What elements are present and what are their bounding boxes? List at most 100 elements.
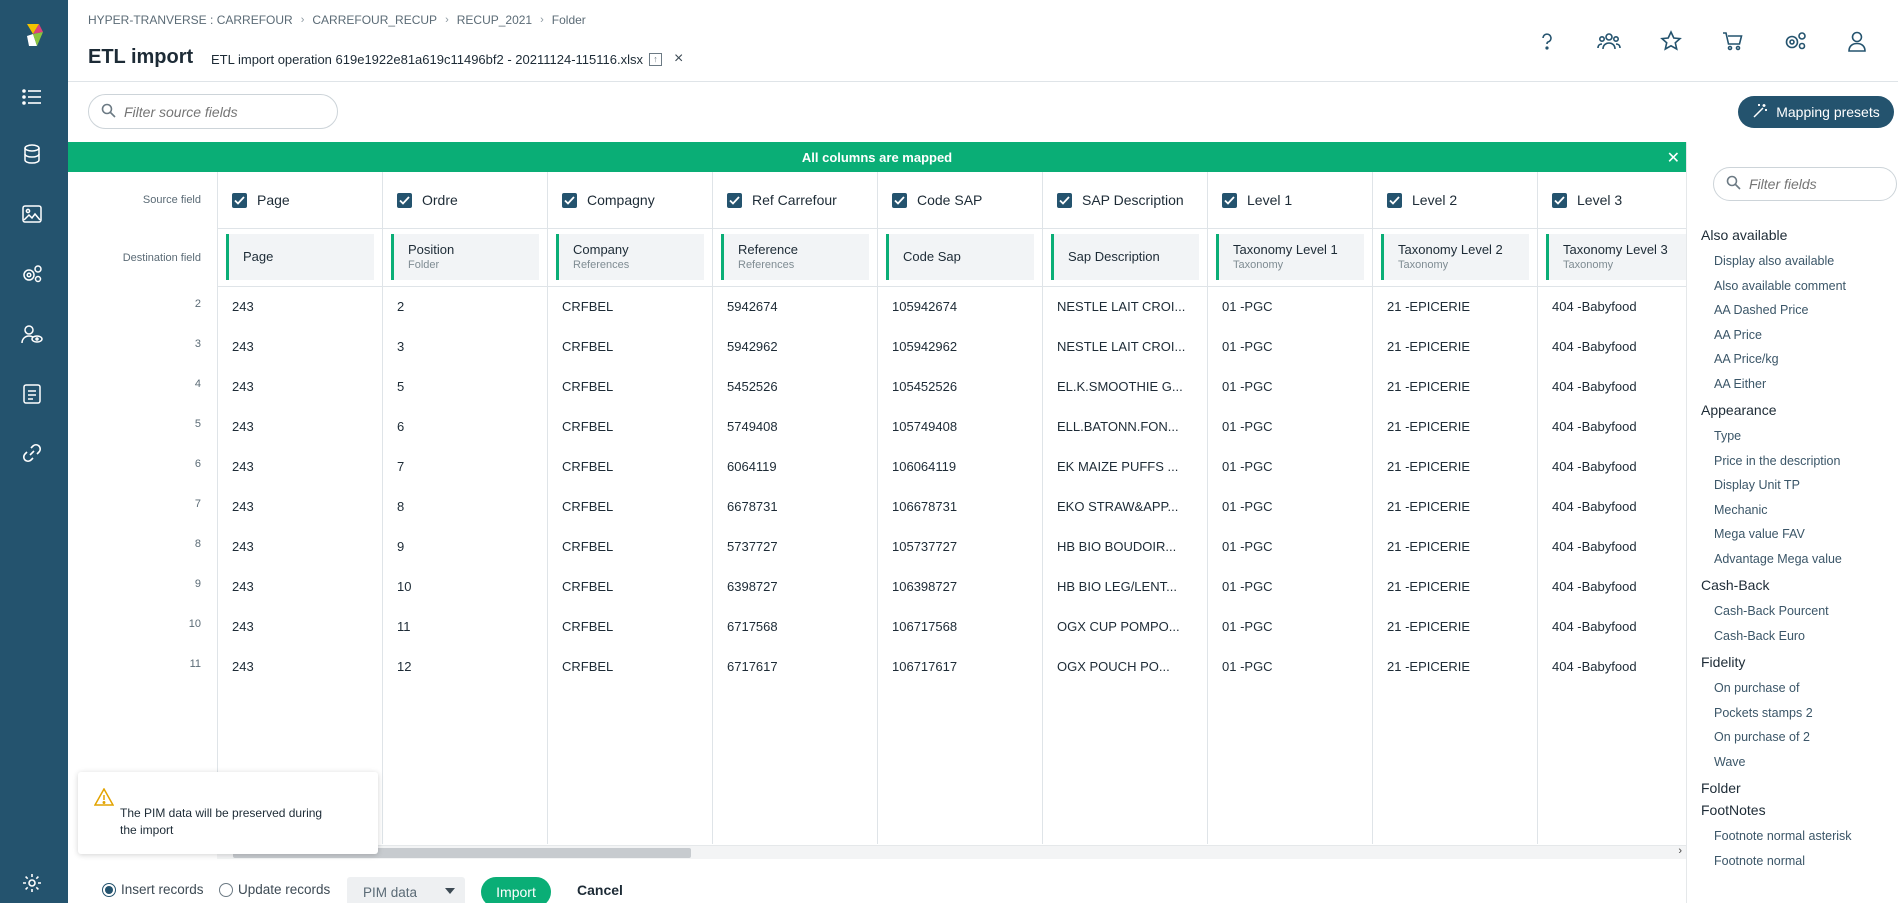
horizontal-scrollbar[interactable]: ‹ › xyxy=(217,845,1686,859)
destination-field-box[interactable]: Reference References xyxy=(721,234,869,280)
user-eye-icon[interactable] xyxy=(19,321,45,347)
breadcrumb-item[interactable]: CARREFOUR_RECUP xyxy=(312,13,437,27)
cancel-button[interactable]: Cancel xyxy=(577,882,623,898)
destination-field-box[interactable]: Sap Description xyxy=(1051,234,1199,280)
database-icon[interactable] xyxy=(19,141,45,167)
source-field-name: Page xyxy=(257,192,290,208)
destination-field[interactable]: Taxonomy Level 2 Taxonomy xyxy=(1373,229,1537,287)
destination-field-box[interactable]: Company References xyxy=(556,234,704,280)
settings-cogs-icon[interactable] xyxy=(19,261,45,287)
radio-selected-icon[interactable] xyxy=(102,882,116,897)
field-item[interactable]: Mechanic xyxy=(1701,498,1897,523)
document-icon[interactable] xyxy=(19,381,45,407)
cart-icon[interactable] xyxy=(1712,22,1754,60)
table-cell: CRFBEL xyxy=(562,339,614,354)
source-filter-input[interactable] xyxy=(124,103,314,120)
insert-records-radio[interactable]: Insert records xyxy=(102,882,204,897)
field-group-header[interactable]: FootNotes xyxy=(1701,802,1897,818)
app-logo[interactable] xyxy=(19,20,49,50)
destination-field-box[interactable]: Code Sap xyxy=(886,234,1034,280)
users-icon[interactable] xyxy=(1588,22,1630,60)
destination-field[interactable]: Reference References xyxy=(713,229,877,287)
checkbox-checked-icon[interactable] xyxy=(1387,192,1402,208)
field-item[interactable]: Footnote normal xyxy=(1701,849,1897,874)
table-cell: 106717568 xyxy=(892,619,958,634)
field-item[interactable]: Cash-Back Euro xyxy=(1701,624,1897,649)
field-group-header[interactable]: Appearance xyxy=(1701,402,1897,418)
update-records-radio[interactable]: Update records xyxy=(219,882,330,897)
field-item[interactable]: AA Price xyxy=(1701,323,1897,348)
table-cell: 106717617 xyxy=(892,659,958,674)
destination-field-box[interactable]: Position Folder xyxy=(391,234,539,280)
checkbox-checked-icon[interactable] xyxy=(397,192,412,208)
table-cell: 243 xyxy=(232,539,254,554)
destination-field[interactable]: Company References xyxy=(548,229,712,287)
field-item[interactable]: Cash-Back Pourcent xyxy=(1701,599,1897,624)
table-cell: 105737727 xyxy=(892,539,958,554)
field-item[interactable]: AA Either xyxy=(1701,372,1897,397)
destination-field[interactable]: Page xyxy=(218,229,382,287)
field-item[interactable]: Display Unit TP xyxy=(1701,473,1897,498)
checkbox-checked-icon[interactable] xyxy=(1222,192,1237,208)
help-icon[interactable] xyxy=(1526,22,1568,60)
link-icon[interactable] xyxy=(19,440,45,466)
close-icon[interactable]: ✕ xyxy=(1667,148,1680,168)
field-item[interactable]: Advantage Mega value xyxy=(1701,547,1897,572)
cogs-icon[interactable] xyxy=(1774,22,1816,60)
field-group-header[interactable]: Fidelity xyxy=(1701,654,1897,670)
data-source-select[interactable]: PIM data xyxy=(347,877,465,903)
field-group-header[interactable]: Also available xyxy=(1701,227,1897,243)
destination-field-box[interactable]: Taxonomy Level 3 Taxonomy xyxy=(1546,234,1686,280)
radio-unselected-icon[interactable] xyxy=(219,882,233,897)
column-cells: NESTLE LAIT CROI... NESTLE LAIT CROI... EL… xyxy=(1043,287,1207,687)
field-item[interactable]: On purchase of 2 xyxy=(1701,725,1897,750)
field-item[interactable]: Wave xyxy=(1701,750,1897,775)
field-item[interactable]: Price in the description xyxy=(1701,449,1897,474)
checkbox-checked-icon[interactable] xyxy=(727,192,742,208)
checkbox-checked-icon[interactable] xyxy=(1552,192,1567,208)
destination-field[interactable]: Code Sap xyxy=(878,229,1042,287)
scroll-right-icon[interactable]: › xyxy=(1678,845,1682,857)
user-icon[interactable] xyxy=(1836,22,1878,60)
list-icon[interactable] xyxy=(19,84,45,110)
field-item[interactable]: Display also available xyxy=(1701,249,1897,274)
fields-filter-input[interactable] xyxy=(1749,176,1879,192)
destination-field-box[interactable]: Page xyxy=(226,234,374,280)
destination-field[interactable]: Taxonomy Level 3 Taxonomy xyxy=(1538,229,1686,287)
breadcrumb-item[interactable]: RECUP_2021 xyxy=(457,13,532,27)
mapping-presets-button[interactable]: Mapping presets xyxy=(1738,96,1894,128)
field-item[interactable]: On purchase of xyxy=(1701,676,1897,701)
field-item[interactable]: Pockets stamps 2 xyxy=(1701,701,1897,726)
checkbox-checked-icon[interactable] xyxy=(892,192,907,208)
field-item[interactable]: Type xyxy=(1701,424,1897,449)
field-item[interactable]: AA Price/kg xyxy=(1701,347,1897,372)
field-item[interactable]: Also available comment xyxy=(1701,274,1897,299)
checkbox-checked-icon[interactable] xyxy=(232,192,247,208)
image-icon[interactable] xyxy=(19,201,45,227)
destination-field[interactable]: Sap Description xyxy=(1043,229,1207,287)
destination-field[interactable]: Position Folder xyxy=(383,229,547,287)
upload-icon[interactable]: ↑ xyxy=(648,52,662,66)
fields-filter[interactable] xyxy=(1713,167,1897,201)
checkbox-checked-icon[interactable] xyxy=(562,192,577,208)
table-cell: 404 -Babyfood xyxy=(1552,499,1637,514)
destination-field-box[interactable]: Taxonomy Level 1 Taxonomy xyxy=(1216,234,1364,280)
close-icon[interactable]: × xyxy=(674,50,683,68)
star-icon[interactable] xyxy=(1650,22,1692,60)
field-item[interactable]: AA Dashed Price xyxy=(1701,298,1897,323)
breadcrumb-item[interactable]: Folder xyxy=(552,13,586,27)
source-filter[interactable] xyxy=(88,94,338,129)
table-cell: 404 -Babyfood xyxy=(1552,379,1637,394)
field-group-header[interactable]: Cash-Back xyxy=(1701,577,1897,593)
table-cell: 106678731 xyxy=(892,499,958,514)
destination-field-box[interactable]: Taxonomy Level 2 Taxonomy xyxy=(1381,234,1529,280)
import-button[interactable]: Import xyxy=(481,877,551,903)
breadcrumb-item[interactable]: HYPER-TRANVERSE : CARREFOUR xyxy=(88,13,293,27)
settings-icon[interactable] xyxy=(19,870,45,896)
file-chip: ETL import operation 619e1922e81a619c114… xyxy=(211,50,683,68)
field-item[interactable]: Mega value FAV xyxy=(1701,522,1897,547)
field-item[interactable]: Footnote normal asterisk xyxy=(1701,824,1897,849)
field-group-header[interactable]: Folder xyxy=(1701,780,1897,796)
checkbox-checked-icon[interactable] xyxy=(1057,192,1072,208)
destination-field[interactable]: Taxonomy Level 1 Taxonomy xyxy=(1208,229,1372,287)
